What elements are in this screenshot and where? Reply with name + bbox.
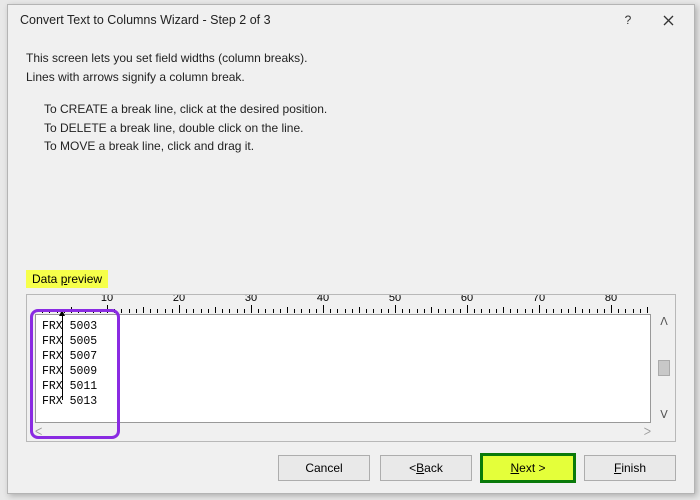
instr-delete: To DELETE a break line, double click on … [44, 119, 676, 138]
instr-create: To CREATE a break line, click at the des… [44, 100, 676, 119]
intro-line-2: Lines with arrows signify a column break… [26, 68, 676, 87]
data-preview-section: Data preview 1020304050607080 FRX 5003 F… [26, 270, 676, 442]
data-preview-grid[interactable]: FRX 5003 FRX 5005 FRX 5007 FRX 5009 FRX … [35, 314, 651, 423]
ruler[interactable]: 1020304050607080 [35, 295, 651, 313]
scroll-thumb[interactable] [658, 360, 670, 376]
dialog-content: This screen lets you set field widths (c… [8, 35, 694, 160]
scroll-up-icon[interactable]: ᐱ [660, 315, 668, 328]
cancel-button[interactable]: Cancel [278, 455, 370, 481]
horizontal-scrollbar[interactable]: ᐸ ᐳ [35, 425, 651, 439]
dialog-title: Convert Text to Columns Wizard - Step 2 … [20, 13, 608, 27]
scroll-down-icon[interactable]: ᐯ [660, 408, 668, 421]
help-button[interactable]: ? [608, 6, 648, 34]
intro-line-1: This screen lets you set field widths (c… [26, 49, 676, 68]
instr-move: To MOVE a break line, click and drag it. [44, 137, 676, 156]
help-icon: ? [625, 13, 632, 27]
finish-button[interactable]: Finish [584, 455, 676, 481]
wizard-dialog: Convert Text to Columns Wizard - Step 2 … [7, 4, 695, 494]
back-button[interactable]: < Back [380, 455, 472, 481]
titlebar: Convert Text to Columns Wizard - Step 2 … [8, 5, 694, 35]
close-button[interactable] [648, 6, 688, 34]
scroll-right-icon[interactable]: ᐳ [644, 427, 651, 438]
vertical-scrollbar[interactable]: ᐱ ᐯ [655, 315, 673, 421]
next-button[interactable]: Next > [482, 455, 574, 481]
data-preview-label: Data preview [26, 270, 108, 288]
scroll-left-icon[interactable]: ᐸ [35, 427, 42, 438]
intro-text: This screen lets you set field widths (c… [26, 49, 676, 86]
button-row: Cancel < Back Next > Finish [26, 455, 676, 481]
preview-box: 1020304050607080 FRX 5003 FRX 5005 FRX 5… [26, 294, 676, 442]
close-icon [663, 15, 674, 26]
instructions: To CREATE a break line, click at the des… [26, 100, 676, 156]
cancel-label: Cancel [305, 461, 342, 475]
